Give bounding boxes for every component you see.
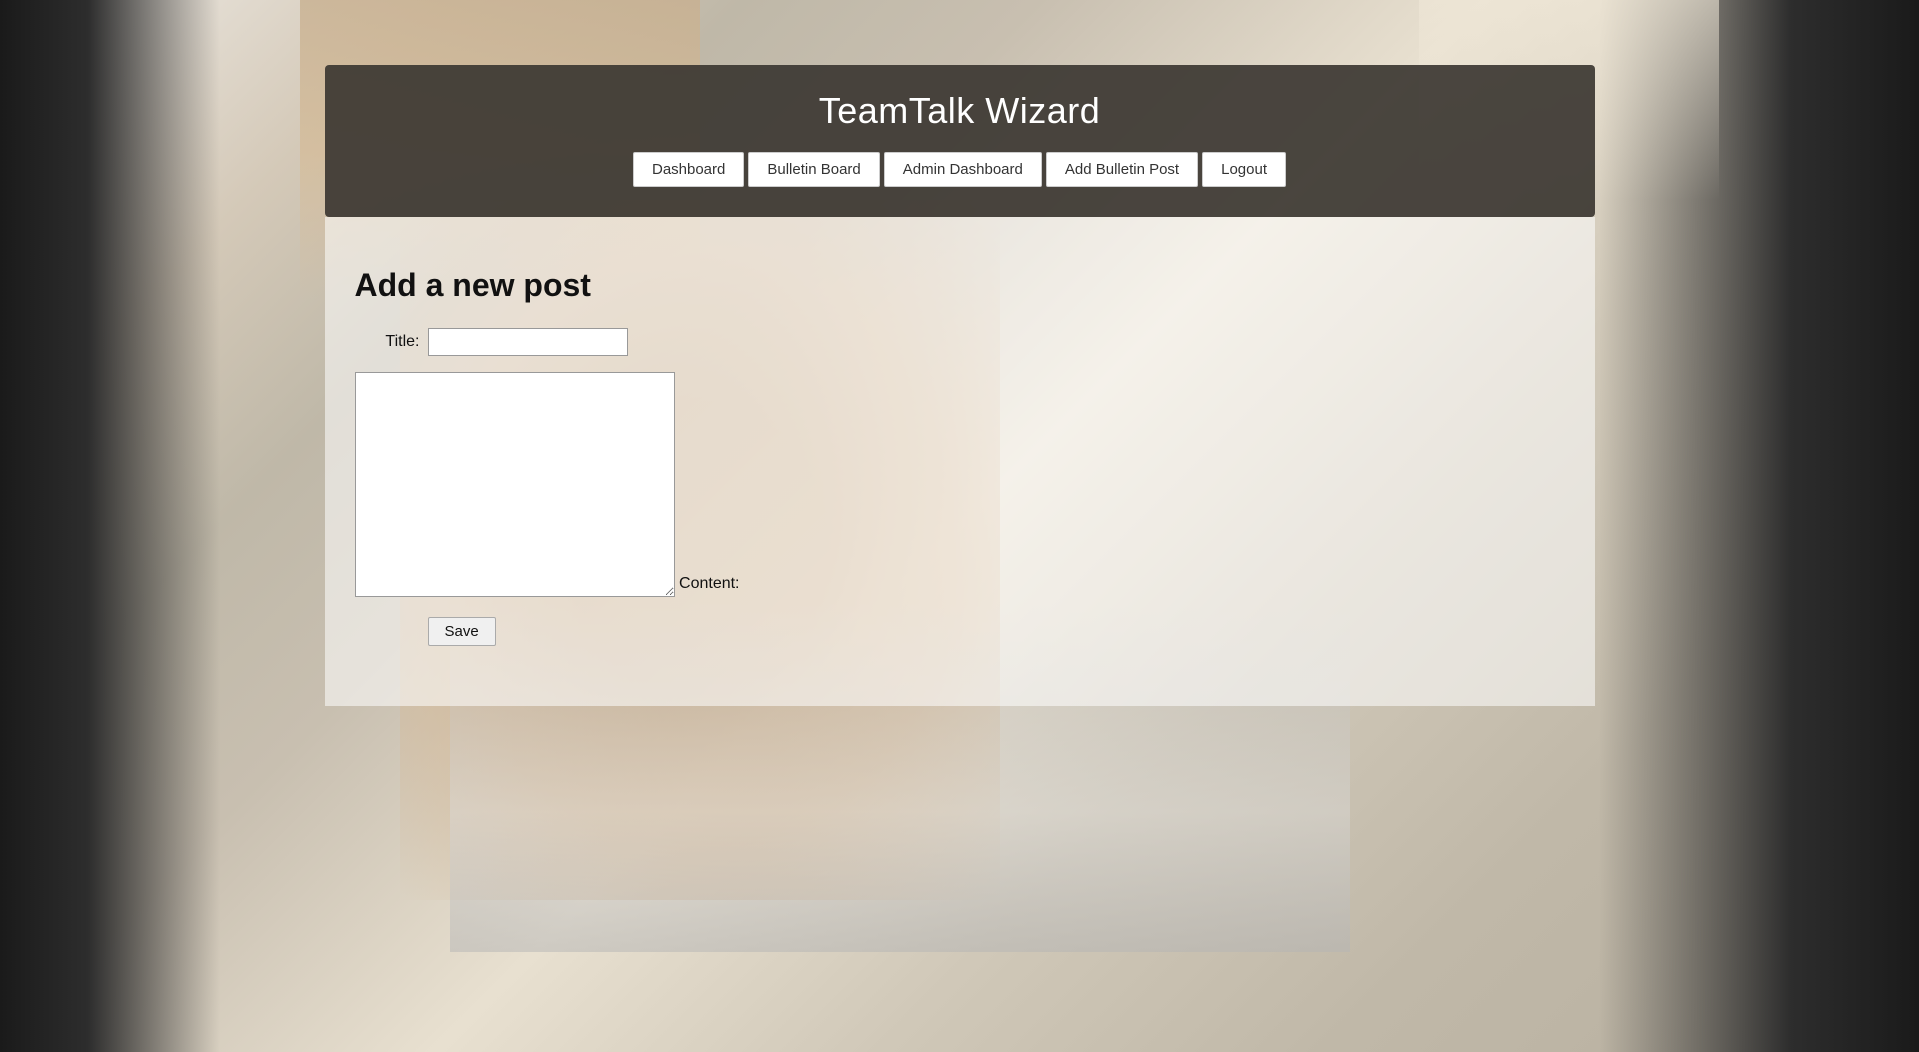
header: TeamTalk Wizard Dashboard Bulletin Board… — [325, 65, 1595, 217]
nav-logout[interactable]: Logout — [1202, 152, 1286, 187]
nav-bulletin-board[interactable]: Bulletin Board — [748, 152, 879, 187]
title-input[interactable] — [428, 328, 628, 356]
page-heading: Add a new post — [355, 267, 1565, 304]
title-row: Title: — [355, 328, 1565, 356]
content-inner: Add a new post Title: Content: Save — [325, 247, 1595, 676]
page-wrapper: TeamTalk Wizard Dashboard Bulletin Board… — [0, 0, 1919, 1052]
app-title: TeamTalk Wizard — [355, 90, 1565, 132]
nav-admin-dashboard[interactable]: Admin Dashboard — [884, 152, 1042, 187]
content-textarea[interactable] — [355, 372, 675, 597]
nav-add-bulletin-post[interactable]: Add Bulletin Post — [1046, 152, 1198, 187]
content-row: Content: — [355, 372, 1565, 597]
content-label: Content: — [675, 575, 740, 597]
nav-dashboard[interactable]: Dashboard — [633, 152, 744, 187]
save-button[interactable]: Save — [428, 617, 496, 646]
main-content: Add a new post Title: Content: Save — [325, 217, 1595, 706]
nav-bar: Dashboard Bulletin Board Admin Dashboard… — [355, 152, 1565, 187]
title-label: Title: — [355, 333, 420, 351]
